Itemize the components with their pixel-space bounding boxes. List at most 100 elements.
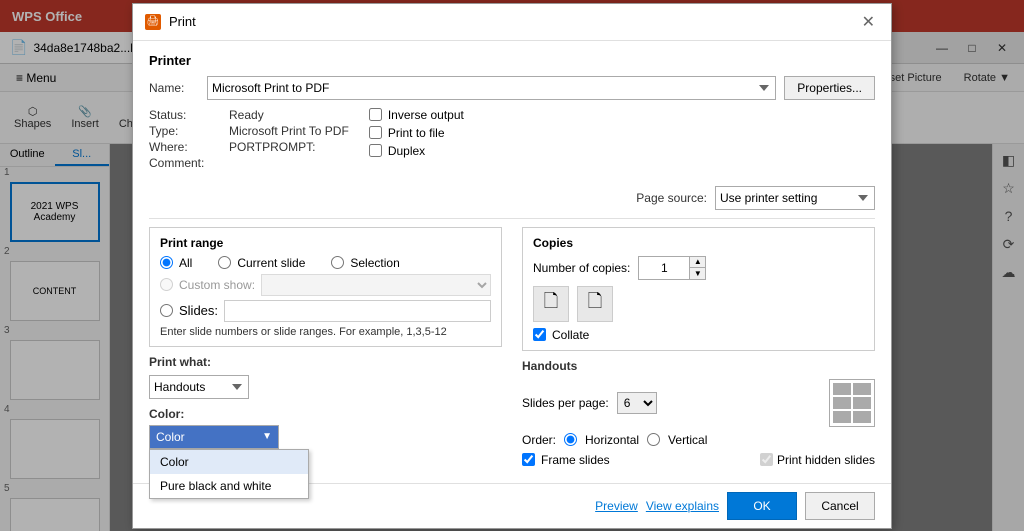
divider-1 [149,218,875,219]
copies-input-wrap: ▲ ▼ [638,256,706,280]
dialog-close-button[interactable]: ✕ [858,12,879,32]
printer-name-row: Name: Microsoft Print to PDF Properties.… [149,76,875,100]
copies-number-label: Number of copies: [533,261,630,275]
where-label: Where: [149,140,229,154]
comment-value [229,156,349,170]
custom-show-row: Custom show: [160,274,491,296]
print-hidden-wrap: Print hidden slides [760,453,875,467]
vertical-radio[interactable] [647,433,660,446]
duplex-row: Duplex [369,144,464,158]
print-to-file-label: Print to file [388,126,445,140]
copies-group: Copies Number of copies: ▲ ▼ [522,227,875,351]
where-value: PORTPROMPT: [229,140,349,154]
printer-name-select[interactable]: Microsoft Print to PDF [207,76,776,100]
properties-button[interactable]: Properties... [784,76,875,100]
inverse-output-label: Inverse output [388,108,464,122]
print-to-file-checkbox[interactable] [369,126,382,139]
main-two-col: Print range All Current slide Selection … [149,227,875,467]
preview-label[interactable]: Preview [595,499,638,513]
collate-checkbox[interactable] [533,328,546,341]
slides-per-page-row: Slides per page: 6 [522,379,875,427]
vertical-label: Vertical [668,433,707,447]
custom-show-label: Custom show: [179,278,255,292]
slides-radio[interactable] [160,304,173,317]
collate-row: Collate [533,328,864,342]
color-label: Color: [149,407,502,421]
frame-slides-checkbox[interactable] [522,453,535,466]
all-radio[interactable] [160,256,173,269]
color-dropdown: Color ▼ Color Pure black and white [149,425,502,449]
collate-label: Collate [552,328,589,342]
slides-row: Slides: [160,300,491,322]
copy-icon-2: 🗋 [577,286,613,322]
status-label: Status: [149,108,229,122]
printer-name-label: Name: [149,81,199,95]
color-section: Color: Color ▼ Color Pure black and whit… [149,407,502,449]
frame-slides-row: Frame slides Print hidden slides [522,453,875,467]
page-source-select[interactable]: Use printer setting [715,186,875,210]
cancel-button[interactable]: Cancel [805,492,875,520]
copies-input[interactable] [639,257,689,279]
dialog-body: Printer Name: Microsoft Print to PDF Pro… [133,41,891,479]
slides-label: Slides: [179,303,218,318]
ok-button[interactable]: OK [727,492,797,520]
printer-section-header: Printer [149,53,875,68]
handout-cell-2 [853,383,871,395]
copies-row: Number of copies: ▲ ▼ [533,256,864,280]
color-option-pure-black-white[interactable]: Pure black and white [150,474,308,498]
page-source-label: Page source: [636,191,707,205]
handout-cell-1 [833,383,851,395]
current-slide-radio[interactable] [218,256,231,269]
order-label: Order: [522,433,556,447]
print-what-section: Print what: Handouts [149,355,502,399]
dialog-printer-icon: 🖨 [145,14,161,30]
custom-show-select[interactable] [261,274,491,296]
handout-cell-5 [833,411,851,423]
horizontal-label: Horizontal [585,433,639,447]
copies-spin-up[interactable]: ▲ [689,257,705,268]
view-explains-label[interactable]: View explains [646,499,719,513]
print-to-file-row: Print to file [369,126,464,140]
print-what-select[interactable]: Handouts [149,375,249,399]
slides-per-page-select[interactable]: 6 [617,392,657,414]
selection-label: Selection [350,256,399,270]
inverse-output-row: Inverse output [369,108,464,122]
left-col: Print range All Current slide Selection … [149,227,502,467]
copies-spinners: ▲ ▼ [689,257,705,279]
status-value: Ready [229,108,349,122]
dialog-title: Print [169,14,858,29]
comment-label: Comment: [149,156,229,170]
dialog-overlay: 🖨 Print ✕ Printer Name: Microsoft Print … [0,0,1024,531]
color-option-color[interactable]: Color [150,450,308,474]
copies-title: Copies [533,236,864,250]
print-hidden-checkbox[interactable] [760,453,773,466]
order-row: Order: Horizontal Vertical [522,433,875,447]
type-value: Microsoft Print To PDF [229,124,349,138]
handout-cell-4 [853,397,871,409]
frame-slides-label: Frame slides [541,453,610,467]
handout-cell-3 [833,397,851,409]
horizontal-radio[interactable] [564,433,577,446]
color-select-button[interactable]: Color ▼ [149,425,279,449]
selection-radio[interactable] [331,256,344,269]
duplex-checkbox[interactable] [369,144,382,157]
copies-icons: 🗋 🗋 [533,286,864,322]
hint-text: Enter slide numbers or slide ranges. For… [160,326,491,338]
handouts-group: Handouts Slides per page: 6 [522,359,875,467]
print-range-group: Print range All Current slide Selection … [149,227,502,347]
handouts-title: Handouts [522,359,875,373]
color-menu: Color Pure black and white [149,449,309,499]
custom-show-radio[interactable] [160,278,173,291]
printer-info-row: Status: Ready Type: Microsoft Print To P… [149,108,875,178]
slides-input[interactable] [224,300,491,322]
all-radio-row: All Current slide Selection [160,256,491,270]
duplex-label: Duplex [388,144,425,158]
page-source-row: Page source: Use printer setting [149,186,875,210]
handout-cell-6 [853,411,871,423]
right-col: Copies Number of copies: ▲ ▼ [522,227,875,467]
copies-spin-down[interactable]: ▼ [689,268,705,279]
copy-icon-1: 🗋 [533,286,569,322]
inverse-output-checkbox[interactable] [369,108,382,121]
print-hidden-label: Print hidden slides [777,453,875,467]
printer-checkboxes: Inverse output Print to file Duplex [369,108,464,178]
